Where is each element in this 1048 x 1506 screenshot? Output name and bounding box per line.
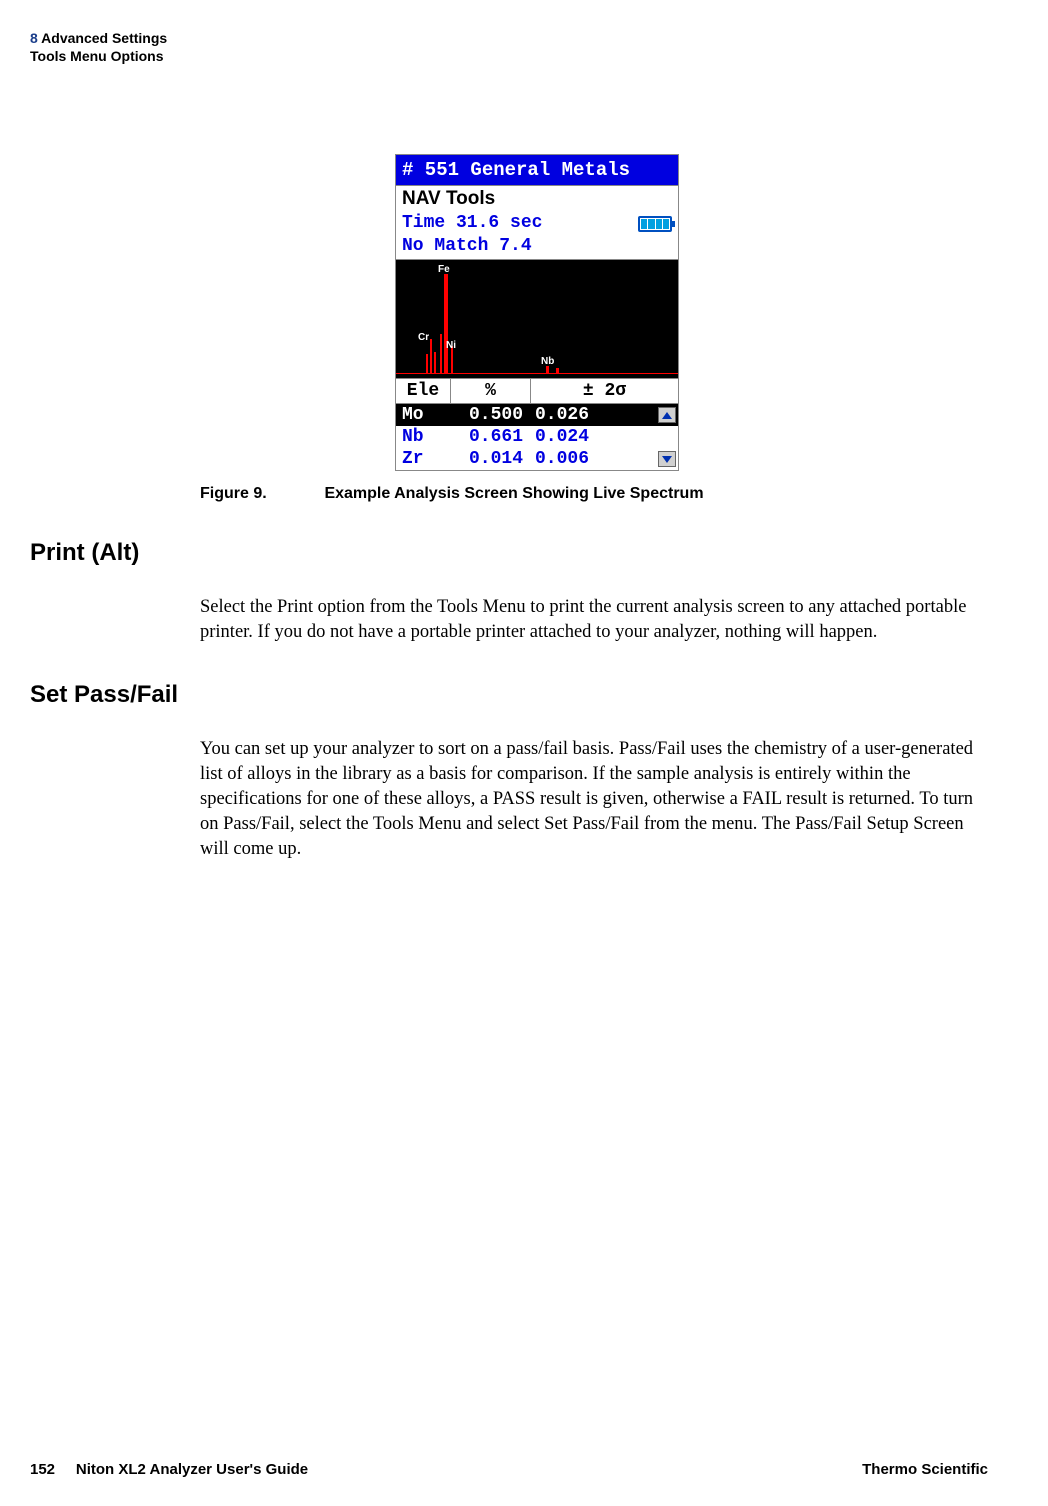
- peak-label-cr: Cr: [418, 332, 429, 343]
- figure-caption: Figure 9. Example Analysis Screen Showin…: [200, 485, 988, 503]
- table-row: Mo 0.500 0.026: [396, 404, 678, 426]
- table-row: Nb 0.661 0.024: [396, 426, 678, 448]
- peak-fe: [444, 274, 448, 374]
- device-time-line: Time 31.6 sec: [402, 212, 542, 235]
- th-sigma: ± 2σ: [531, 379, 678, 403]
- peak-nb2: [556, 368, 559, 374]
- battery-icon: [638, 216, 672, 232]
- header-chapter: 8 Advanced Settings: [30, 30, 988, 46]
- cell-sig: 0.006: [531, 449, 656, 469]
- header-subtitle: Tools Menu Options: [30, 48, 988, 64]
- peak-small1: [426, 354, 428, 374]
- page-footer: 152 Niton XL2 Analyzer User's Guide Ther…: [30, 1461, 988, 1478]
- peak-fe-sub: [440, 334, 442, 374]
- chevron-up-icon: [662, 412, 672, 419]
- th-percent: %: [451, 379, 531, 403]
- section-heading-print: Print (Alt): [30, 539, 988, 567]
- peak-label-ni: Ni: [446, 340, 456, 351]
- footer-company: Thermo Scientific: [862, 1461, 988, 1478]
- cell-pct: 0.014: [451, 449, 531, 469]
- body-paragraph-passfail: You can set up your analyzer to sort on …: [200, 737, 988, 862]
- figure-label: Figure 9.: [200, 485, 320, 503]
- footer-guide-title: Niton XL2 Analyzer User's Guide: [76, 1461, 308, 1478]
- th-element: Ele: [396, 379, 451, 403]
- scroll-down-button[interactable]: [658, 451, 676, 467]
- device-info-row: Time 31.6 sec No Match 7.4: [396, 212, 678, 257]
- device-screen: # 551 General Metals NAV Tools Time 31.6…: [395, 154, 679, 471]
- cell-ele: Nb: [396, 427, 451, 447]
- figure-text: Example Analysis Screen Showing Live Spe…: [324, 485, 703, 502]
- device-match-line: No Match 7.4: [402, 235, 542, 258]
- device-info-text: Time 31.6 sec No Match 7.4: [402, 212, 542, 257]
- cell-pct: 0.661: [451, 427, 531, 447]
- section-heading-passfail: Set Pass/Fail: [30, 681, 988, 709]
- footer-left: 152 Niton XL2 Analyzer User's Guide: [30, 1461, 308, 1478]
- peak-label-fe: Fe: [438, 264, 450, 275]
- device-table-header: Ele % ± 2σ: [396, 379, 678, 404]
- peak-cr: [430, 339, 432, 374]
- chapter-number: 8: [30, 30, 38, 46]
- cell-sig: 0.024: [531, 427, 656, 447]
- scroll-up-button[interactable]: [658, 407, 676, 423]
- cell-ele: Mo: [396, 405, 451, 425]
- chevron-down-icon: [662, 456, 672, 463]
- figure-device-screenshot: # 551 General Metals NAV Tools Time 31.6…: [395, 154, 988, 471]
- peak-label-nb: Nb: [541, 356, 554, 367]
- table-row: Zr 0.014 0.006: [396, 448, 678, 470]
- cell-pct: 0.500: [451, 405, 531, 425]
- chapter-title: Advanced Settings: [41, 30, 167, 46]
- peak-small2: [434, 352, 436, 374]
- body-paragraph-print: Select the Print option from the Tools M…: [200, 595, 988, 645]
- peak-nb: [546, 366, 549, 374]
- device-titlebar: # 551 General Metals: [396, 155, 678, 186]
- spectrum-plot: Fe Cr Ni Nb: [396, 259, 678, 379]
- cell-ele: Zr: [396, 449, 451, 469]
- spectrum-baseline: [396, 373, 678, 374]
- cell-sig: 0.026: [531, 405, 656, 425]
- device-nav-label: NAV Tools: [396, 186, 678, 212]
- footer-page-number: 152: [30, 1461, 55, 1478]
